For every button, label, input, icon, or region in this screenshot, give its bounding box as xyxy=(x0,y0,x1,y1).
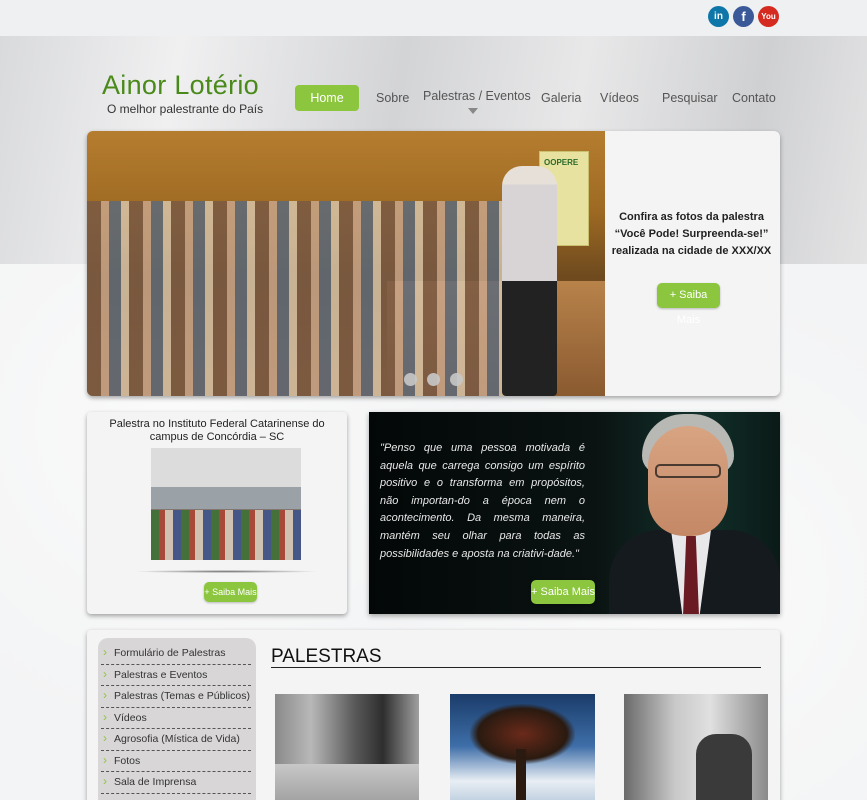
nav-videos[interactable]: Vídeos xyxy=(600,85,639,111)
portrait-face xyxy=(648,426,728,536)
sidebar-item-videos[interactable]: Vídeos xyxy=(101,707,251,729)
event-photo[interactable] xyxy=(151,448,301,560)
nav-sobre[interactable]: Sobre xyxy=(376,85,409,111)
quote-text: "Penso que uma pessoa motivada é aquela … xyxy=(380,442,585,560)
sidebar-item-agrosofia[interactable]: Agrosofia (Mística de Vida) xyxy=(101,728,251,751)
banner-text: OOPERE xyxy=(544,158,579,167)
dropdown-arrow-icon[interactable] xyxy=(468,108,478,114)
top-bar: in f You xyxy=(0,0,867,36)
nav-pesquisar[interactable]: Pesquisar xyxy=(662,85,718,111)
photo-audience xyxy=(87,201,507,396)
slider-dot-2[interactable] xyxy=(427,373,440,386)
facebook-icon[interactable]: f xyxy=(733,6,754,27)
slider-dot-1[interactable] xyxy=(404,373,417,386)
site-tagline: O melhor palestrante do País xyxy=(107,102,264,116)
quote-saiba-mais-button[interactable]: + Saiba Mais xyxy=(531,580,595,604)
slide-caption-line3: realizada na cidade de XXX/XX xyxy=(611,245,772,257)
slider-pagination xyxy=(404,373,463,386)
nav-contato[interactable]: Contato xyxy=(732,85,776,111)
slide-caption-line1: Confira as fotos da palestra xyxy=(619,211,764,223)
palestra-thumb-2[interactable] xyxy=(450,694,595,800)
youtube-icon[interactable]: You xyxy=(758,6,779,27)
slide-saiba-mais-button[interactable]: + Saiba Mais xyxy=(657,283,720,326)
photo-shadow xyxy=(133,570,319,573)
hero-slider: OOPERE Confira as fotos da palestra “Voc… xyxy=(87,131,780,396)
sidebar-item-palestras-temas[interactable]: Palestras (Temas e Públicos) xyxy=(101,685,251,708)
event-card-title[interactable]: Palestra no Instituto Federal Catarinens… xyxy=(97,418,337,444)
section-divider xyxy=(271,667,761,668)
palestra-thumb-3[interactable] xyxy=(624,694,768,800)
slide-caption: Confira as fotos da palestra “Você Pode!… xyxy=(609,209,774,260)
portrait-glasses xyxy=(655,464,721,478)
nav-palestras-eventos[interactable]: Palestras / Eventos xyxy=(423,83,531,109)
sidebar-item-fotos[interactable]: Fotos xyxy=(101,750,251,772)
site-logo-title[interactable]: Ainor Lotério xyxy=(102,70,259,101)
slider-dot-3[interactable] xyxy=(450,373,463,386)
slide-caption-line2: “Você Pode! Surpreenda-se!” xyxy=(614,228,769,240)
sidebar-menu: Formulário de Palestras Palestras e Even… xyxy=(98,638,256,800)
sidebar-item-formulario[interactable]: Formulário de Palestras xyxy=(101,642,251,665)
content-panel: Formulário de Palestras Palestras e Even… xyxy=(87,630,780,800)
nav-galeria[interactable]: Galeria xyxy=(541,85,581,111)
event-saiba-mais-button[interactable]: + Saiba Mais xyxy=(204,582,257,602)
nav-home[interactable]: Home xyxy=(295,85,359,111)
palestra-thumb-1[interactable] xyxy=(275,694,419,800)
event-card: Palestra no Instituto Federal Catarinens… xyxy=(87,412,347,614)
social-links: in f You xyxy=(708,6,779,27)
section-title: PALESTRAS xyxy=(271,646,382,667)
linkedin-icon[interactable]: in xyxy=(708,6,729,27)
slide-photo[interactable]: OOPERE xyxy=(87,131,605,396)
sidebar-item-sala-imprensa[interactable]: Sala de Imprensa xyxy=(101,771,251,794)
quote-card: "Penso que uma pessoa motivada é aquela … xyxy=(369,412,780,614)
photo-speaker xyxy=(502,166,557,396)
sidebar-item-palestras-eventos[interactable]: Palestras e Eventos xyxy=(101,664,251,686)
speaker-portrait xyxy=(609,412,780,614)
